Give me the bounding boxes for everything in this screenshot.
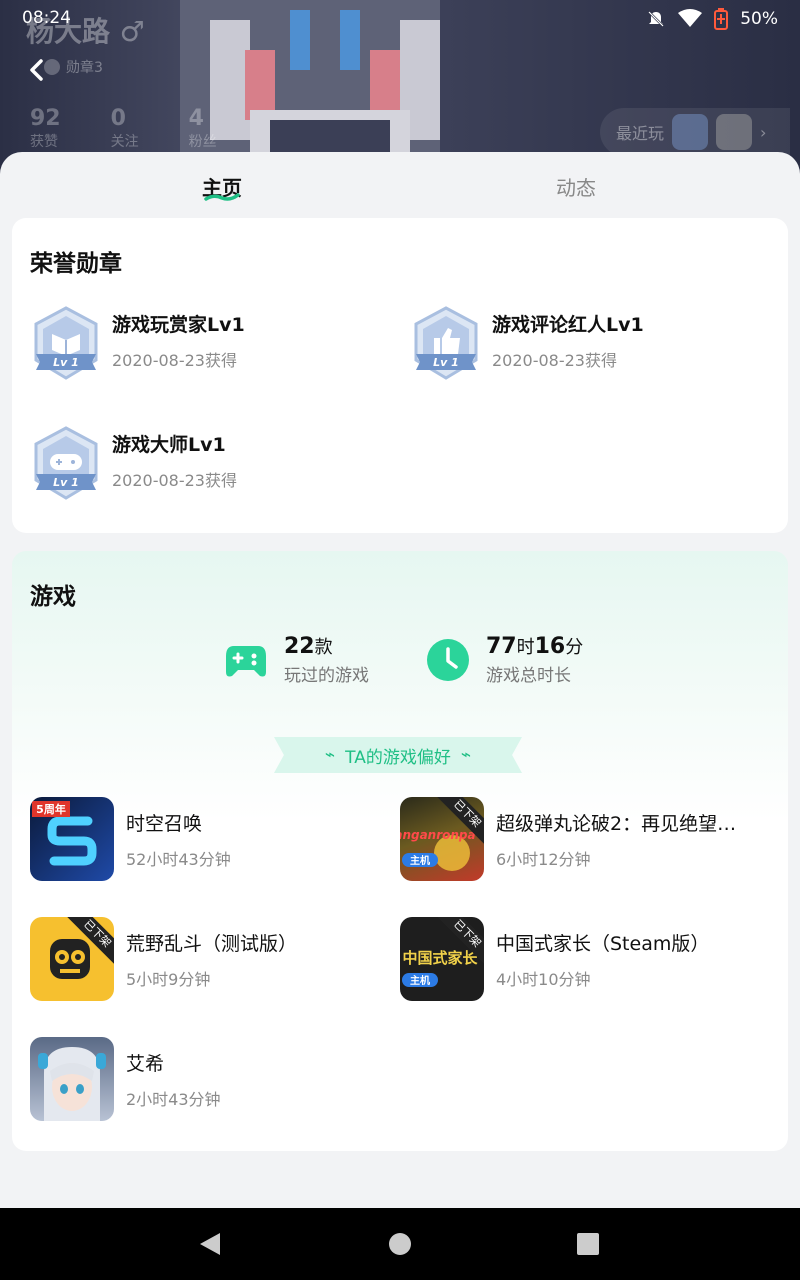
game-name: 时空召唤 xyxy=(126,812,203,835)
recent-game-icon xyxy=(716,114,753,150)
system-navigation-bar xyxy=(0,1208,800,1280)
status-time: 08:24 xyxy=(22,8,71,28)
honor-title: 荣誉勋章 xyxy=(30,251,122,277)
battery-icon xyxy=(714,8,729,30)
nav-back-icon[interactable] xyxy=(196,1230,224,1258)
game-playtime: 5小时9分钟 xyxy=(126,969,211,989)
played-count: 22 xyxy=(284,634,315,659)
recent-game-icon xyxy=(672,114,709,150)
back-arrow-icon xyxy=(30,59,43,81)
sparkle-icon: ⌁ xyxy=(324,745,336,765)
playtime-stat[interactable]: 77时16分 游戏总时长 xyxy=(426,633,583,686)
medal-item[interactable]: Lv 1 游戏大师Lv1 2020-08-23获得 xyxy=(28,424,237,504)
gamepad-icon xyxy=(226,645,266,676)
chevron-right-icon: › xyxy=(760,122,767,142)
clock-icon xyxy=(427,638,469,681)
svg-text:中国式家长: 中国式家长 xyxy=(402,949,478,967)
profile-sheet: 主页 动态 荣誉勋章 Lv 1 游戏玩赏家Lv1 2020-08-23获得 Lv… xyxy=(0,152,800,1208)
svg-text:主机: 主机 xyxy=(410,974,430,987)
medal-date: 2020-08-23获得 xyxy=(112,471,237,490)
svg-text:Lv 1: Lv 1 xyxy=(433,356,459,369)
stat-following[interactable]: 0 关注 xyxy=(111,106,139,151)
gamepad-medal-icon: Lv 1 xyxy=(34,426,98,500)
stat-likes[interactable]: 92 获赞 xyxy=(30,106,61,151)
game-playtime: 2小时43分钟 xyxy=(126,1089,221,1109)
sparkle-icon: ⌁ xyxy=(460,745,472,765)
game-item[interactable]: 已下架 荒野乱斗（测试版） 5小时9分钟 xyxy=(30,917,297,1001)
games-card: 游戏 22款 玩过的游戏 77时16分 游戏总时长 ⌁ TA的游戏偏好 ⌁ 5周… xyxy=(12,551,788,1151)
medal-name: 游戏玩赏家Lv1 xyxy=(112,314,245,336)
played-label: 玩过的游戏 xyxy=(284,666,369,686)
battery-level: 50% xyxy=(740,9,778,29)
game-icon: 中国式家长 主机 已下架 xyxy=(400,917,484,1001)
notifications-off-icon xyxy=(648,11,665,27)
tab-bar: 主页 动态 xyxy=(0,152,800,218)
game-playtime: 52小时43分钟 xyxy=(126,849,231,869)
game-item[interactable]: 中国式家长 主机 已下架 中国式家长（Steam版） 4小时10分钟 xyxy=(400,917,709,1001)
medal-name: 游戏评论红人Lv1 xyxy=(492,314,644,336)
wifi-icon xyxy=(678,9,703,27)
nav-home-icon[interactable] xyxy=(386,1230,414,1258)
medal-item[interactable]: Lv 1 游戏玩赏家Lv1 2020-08-23获得 xyxy=(28,304,245,384)
honor-medals-card: 荣誉勋章 Lv 1 游戏玩赏家Lv1 2020-08-23获得 Lv 1 游戏评… xyxy=(12,218,788,533)
game-playtime: 6小时12分钟 xyxy=(496,849,591,869)
svg-text:Lv 1: Lv 1 xyxy=(53,476,79,489)
medal-name: 游戏大师Lv1 xyxy=(112,434,226,456)
game-playtime: 4小时10分钟 xyxy=(496,969,591,989)
played-games-stat[interactable]: 22款 玩过的游戏 xyxy=(224,633,369,686)
game-icon: 5周年 xyxy=(30,797,114,881)
medal-item[interactable]: Lv 1 游戏评论红人Lv1 2020-08-23获得 xyxy=(408,304,644,384)
total-hours: 77 xyxy=(486,634,517,659)
tab-active-indicator xyxy=(204,193,240,201)
svg-text:Lv 1: Lv 1 xyxy=(53,356,79,369)
stat-followers[interactable]: 4 粉丝 xyxy=(189,106,217,151)
game-item[interactable]: 5周年 时空召唤 52小时43分钟 xyxy=(30,797,231,881)
game-icon: 已下架 xyxy=(30,917,114,1001)
book-medal-icon: Lv 1 xyxy=(34,306,98,380)
total-minutes: 16 xyxy=(534,634,566,659)
recently-played[interactable]: 最近玩 › xyxy=(600,108,790,156)
medal-date: 2020-08-23获得 xyxy=(112,351,237,370)
nav-recents-icon[interactable] xyxy=(574,1230,602,1258)
game-name: 艾希 xyxy=(126,1052,165,1075)
profile-stats: 92 获赞 0 关注 4 粉丝 xyxy=(30,106,217,151)
svg-text:主机: 主机 xyxy=(410,854,430,867)
game-item[interactable]: 艾希 2小时43分钟 xyxy=(30,1037,221,1121)
back-button[interactable] xyxy=(22,55,52,85)
game-name: 中国式家长（Steam版） xyxy=(496,932,710,955)
medal-date: 2020-08-23获得 xyxy=(492,351,617,370)
svg-text:Danganronpa: Danganronpa xyxy=(400,828,476,842)
thumb-medal-icon: Lv 1 xyxy=(414,306,478,380)
game-preference-banner[interactable]: ⌁ TA的游戏偏好 ⌁ xyxy=(274,737,522,773)
games-title: 游戏 xyxy=(30,584,76,610)
status-bar: 08:24 50% xyxy=(0,0,800,36)
game-icon: Danganronpa 主机 已下架 xyxy=(400,797,484,881)
badge-count[interactable]: 勋章3 xyxy=(44,57,103,77)
svg-text:5周年: 5周年 xyxy=(36,802,66,816)
tab-feed[interactable]: 动态 xyxy=(556,172,596,201)
playtime-label: 游戏总时长 xyxy=(486,666,571,686)
game-name: 超级弹丸论破2：再见绝望… xyxy=(496,812,737,835)
game-icon xyxy=(30,1037,114,1121)
game-name: 荒野乱斗（测试版） xyxy=(126,932,298,955)
game-item[interactable]: Danganronpa 主机 已下架 超级弹丸论破2：再见绝望… 6小时12分钟 xyxy=(400,797,736,881)
